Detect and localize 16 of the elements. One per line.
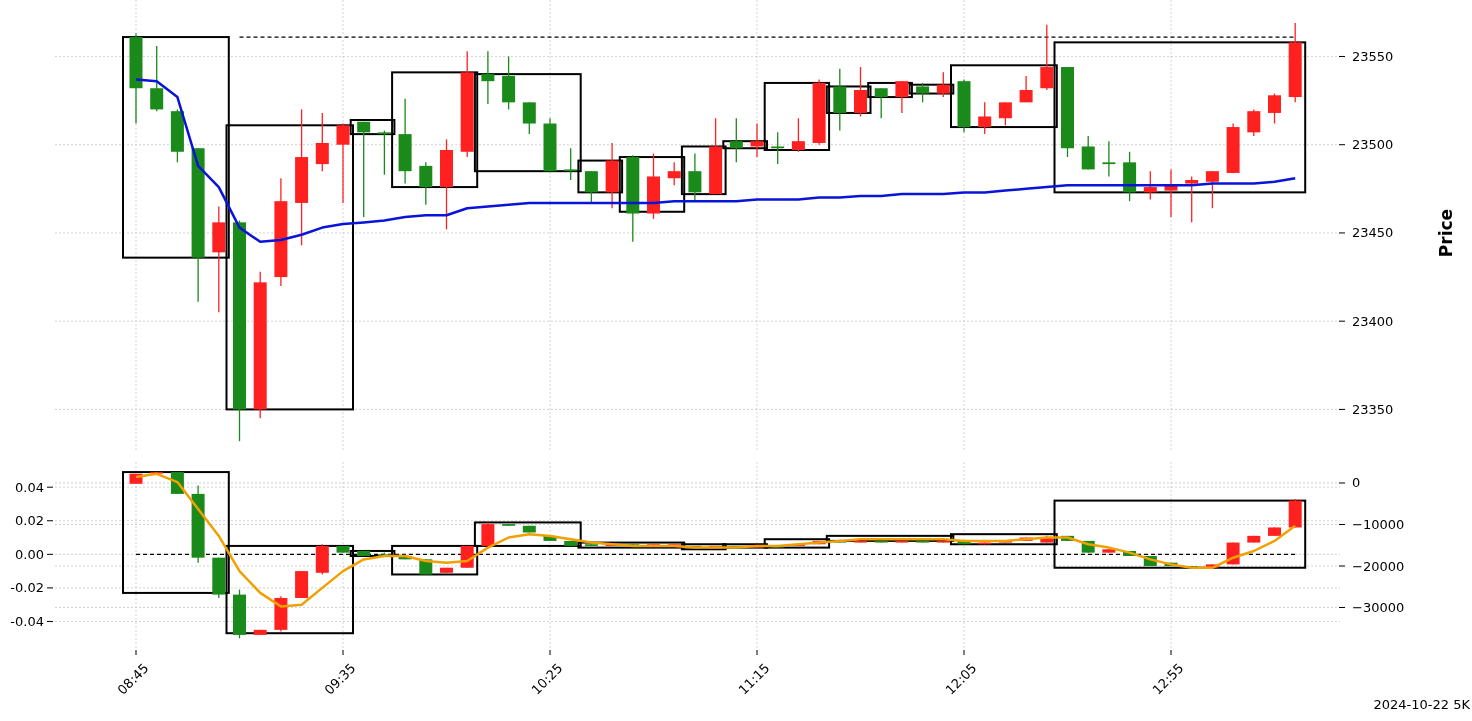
axis-label: Price	[1436, 208, 1456, 258]
axis-tick-label: 23400	[1352, 313, 1394, 329]
axis-tick-label: 0.00	[15, 546, 44, 562]
chart-caption: 2024-10-22 5K	[1373, 696, 1470, 714]
axis-tick-label: 0.04	[15, 479, 44, 495]
axis-tick-label: 0	[1352, 475, 1361, 491]
axis-tick-label: 23500	[1352, 137, 1394, 153]
axis-tick-label: 23550	[1352, 48, 1394, 64]
axis-tick-label: 0.02	[15, 513, 44, 529]
axis-tick-label: −20000	[1352, 558, 1405, 574]
axis-tick-label: 23350	[1352, 401, 1394, 417]
axis-tick-label: -0.04	[10, 613, 44, 629]
axis-tick-label: −10000	[1352, 517, 1405, 532]
axis-tick-label: -0.02	[10, 580, 44, 596]
axis-tick-label: 23450	[1352, 225, 1394, 241]
axis-tick-label: −30000	[1352, 600, 1405, 615]
